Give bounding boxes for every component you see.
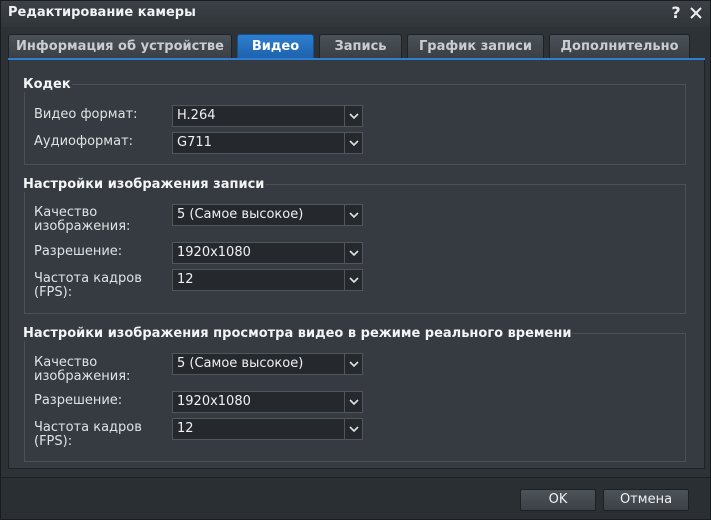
recording-group-title: Настройки изображения записи: [22, 177, 266, 192]
edit-camera-dialog: Редактирование камеры ? Информация об ус…: [0, 0, 711, 520]
audio-format-value: G711: [177, 135, 212, 150]
live-view-quality-select[interactable]: 5 (Самое высокое): [172, 353, 363, 375]
ok-button[interactable]: OK: [520, 489, 596, 511]
recording-quality-label: Качество изображения:: [34, 205, 131, 234]
live-view-quality-label: Качество изображения:: [34, 355, 131, 384]
title-bar: Редактирование камеры ?: [1, 1, 710, 27]
chevron-down-icon: [344, 106, 362, 126]
chevron-down-icon: [344, 419, 362, 439]
chevron-down-icon: [344, 205, 362, 225]
window-title: Редактирование камеры: [8, 5, 196, 20]
close-button[interactable]: [687, 3, 705, 23]
live-view-resolution-label: Разрешение:: [34, 393, 123, 408]
live-view-fps-select[interactable]: 12: [172, 418, 363, 440]
live-view-fps-value: 12: [177, 421, 194, 436]
chevron-down-icon: [344, 133, 362, 153]
recording-fps-value: 12: [177, 272, 194, 287]
tab-video[interactable]: Видео: [237, 34, 314, 58]
video-format-value: H.264: [177, 108, 216, 123]
dialog-footer: OK Отмена: [1, 477, 710, 519]
video-format-select[interactable]: H.264: [172, 105, 363, 127]
tab-advanced[interactable]: Дополнительно: [549, 34, 690, 58]
recording-fps-label: Частота кадров (FPS):: [34, 271, 142, 300]
live-view-resolution-select[interactable]: 1920x1080: [172, 391, 363, 413]
live-view-resolution-value: 1920x1080: [177, 394, 251, 409]
tab-device-info[interactable]: Информация об устройстве: [8, 34, 232, 58]
chevron-down-icon: [344, 392, 362, 412]
tab-recording-schedule[interactable]: График записи: [407, 34, 544, 58]
recording-resolution-select[interactable]: 1920x1080: [172, 242, 363, 264]
live-view-group-title: Настройки изображения просмотра видео в …: [22, 326, 573, 341]
video-settings-panel: Кодек Видео формат: H.264 Аудиоформат: G…: [8, 60, 705, 469]
recording-quality-value: 5 (Самое высокое): [177, 207, 304, 222]
audio-format-label: Аудиоформат:: [34, 134, 134, 149]
audio-format-select[interactable]: G711: [172, 132, 363, 154]
live-view-quality-value: 5 (Самое высокое): [177, 356, 304, 371]
live-view-fps-label: Частота кадров (FPS):: [34, 420, 142, 449]
help-button[interactable]: ?: [667, 3, 685, 23]
recording-resolution-value: 1920x1080: [177, 245, 251, 260]
video-format-label: Видео формат:: [34, 107, 138, 122]
chevron-down-icon: [344, 354, 362, 374]
tab-recording[interactable]: Запись: [319, 34, 402, 58]
recording-fps-select[interactable]: 12: [172, 269, 363, 291]
chevron-down-icon: [344, 243, 362, 263]
chevron-down-icon: [344, 270, 362, 290]
codec-group-title: Кодек: [22, 77, 72, 92]
recording-quality-select[interactable]: 5 (Самое высокое): [172, 204, 363, 226]
recording-resolution-label: Разрешение:: [34, 244, 123, 259]
cancel-button[interactable]: Отмена: [603, 489, 689, 511]
close-icon: [690, 7, 702, 19]
